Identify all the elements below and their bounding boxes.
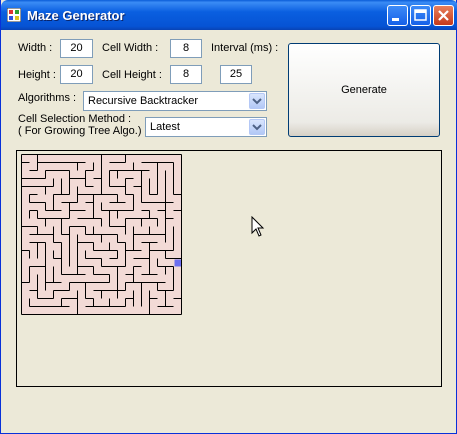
cell-width-label: Cell Width : [102,42,159,54]
maximize-icon [414,9,427,21]
mouse-cursor-icon [251,216,265,237]
interval-label: Interval (ms) : [211,42,279,54]
window-title: Maze Generator [27,8,125,23]
generate-button[interactable]: Generate [288,43,440,137]
algorithm-select-value: Recursive Backtracker [88,95,199,107]
close-icon [438,10,449,21]
algorithm-dropdown-button[interactable] [249,93,265,109]
minimize-icon [392,18,399,21]
cell-height-input[interactable]: 8 [170,65,202,84]
cell-height-label: Cell Height : [102,69,162,81]
cell-selection-value: Latest [150,121,180,133]
close-button[interactable] [433,5,454,26]
cell-selection-label: Cell Selection Method : [18,113,132,125]
chevron-down-icon [252,124,262,131]
maze-grid [21,154,182,315]
cell-selection-select[interactable]: Latest [145,117,267,137]
maze-walls [21,154,182,315]
cell-selection-sublabel: ( For Growing Tree Algo.) [18,125,142,137]
minimize-button[interactable] [387,5,408,26]
cell-width-input[interactable]: 8 [170,39,202,58]
width-label: Width : [18,42,53,54]
maze-generator-window: Maze Generator Width : 20 Cell Width : 8… [0,0,457,434]
algorithms-label: Algorithms : [18,92,77,104]
maximize-button[interactable] [410,5,431,26]
cell-selection-dropdown-button[interactable] [249,119,265,135]
height-input[interactable]: 20 [60,65,93,84]
chevron-down-icon [252,98,262,105]
width-input[interactable]: 20 [60,39,93,58]
title-bar[interactable]: Maze Generator [1,0,457,30]
height-label: Height : [18,69,56,81]
app-icon [7,8,21,22]
interval-input[interactable]: 25 [220,65,252,84]
algorithm-select[interactable]: Recursive Backtracker [83,91,267,111]
maze-current-cell [174,259,182,267]
